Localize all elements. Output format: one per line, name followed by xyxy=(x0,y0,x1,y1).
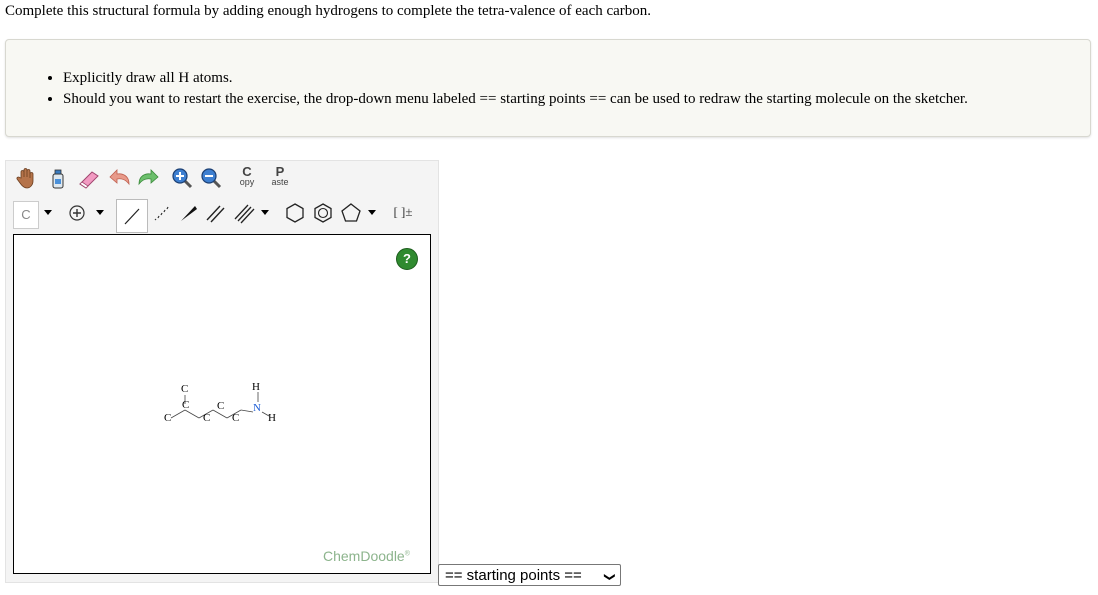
starting-points-select[interactable]: == starting points == ❯ xyxy=(438,564,621,586)
atom-label: C xyxy=(164,412,171,424)
molecule-structure: C C C C C C N H H xyxy=(164,381,276,424)
atom-label: C xyxy=(217,400,224,412)
hydrogen-atom-label: H xyxy=(252,381,260,393)
chevron-down-icon: ❯ xyxy=(603,572,616,582)
brand-trademark: ® xyxy=(404,550,410,558)
starting-points-value: == starting points == xyxy=(445,567,582,584)
atom-label: C xyxy=(232,412,239,424)
hydrogen-atom-label: H xyxy=(268,412,276,424)
brand-text: ChemDoodle xyxy=(323,548,405,564)
atom-label: C xyxy=(181,383,188,395)
atom-label: C xyxy=(203,412,210,424)
atom-label: C xyxy=(182,399,189,411)
nitrogen-atom-label: N xyxy=(253,402,261,414)
chemdoodle-brand: ChemDoodle® xyxy=(323,548,410,564)
